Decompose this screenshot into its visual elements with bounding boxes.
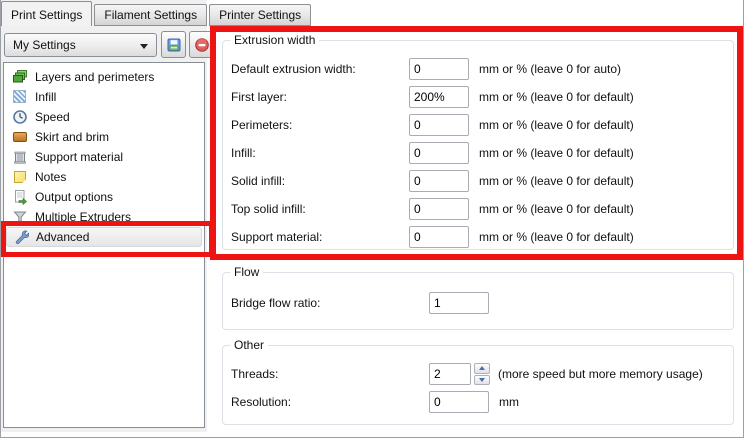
- settings-category-list: Layers and perimeters Infill Speed Skirt…: [3, 62, 205, 428]
- field-label: Solid infill:: [231, 174, 409, 188]
- group-extrusion-width: Extrusion width Default extrusion width:…: [222, 40, 734, 250]
- field-label: Resolution:: [231, 395, 429, 409]
- sidebar-item-output-options[interactable]: Output options: [6, 187, 202, 207]
- sidebar-item-label: Advanced: [36, 230, 89, 244]
- field-label: Threads:: [231, 367, 429, 381]
- perimeters-input[interactable]: [409, 114, 469, 136]
- field-hint: mm or % (leave 0 for default): [479, 202, 634, 216]
- sidebar-item-support-material[interactable]: Support material: [6, 147, 202, 167]
- clock-icon: [12, 109, 28, 125]
- threads-spinner: [474, 363, 490, 385]
- tab-filament-settings[interactable]: Filament Settings: [94, 4, 207, 26]
- sidebar-item-label: Multiple Extruders: [35, 210, 131, 224]
- delete-preset-button[interactable]: [189, 31, 214, 58]
- arrow-up-icon: [479, 366, 485, 370]
- field-label: Bridge flow ratio:: [231, 296, 429, 310]
- sidebar-item-notes[interactable]: Notes: [6, 167, 202, 187]
- group-flow: Flow Bridge flow ratio:: [222, 272, 734, 330]
- arrow-down-icon: [479, 378, 485, 382]
- sidebar-item-label: Output options: [35, 190, 113, 204]
- chevron-down-icon: [140, 44, 148, 49]
- sidebar-item-label: Skirt and brim: [35, 130, 109, 144]
- field-hint: mm or % (leave 0 for default): [479, 174, 634, 188]
- tab-printer-settings[interactable]: Printer Settings: [209, 4, 311, 26]
- sidebar-item-label: Infill: [35, 90, 56, 104]
- row-perimeters: Perimeters: mm or % (leave 0 for default…: [223, 111, 733, 139]
- row-bridge-flow-ratio: Bridge flow ratio:: [223, 289, 733, 317]
- top-solid-infill-input[interactable]: [409, 198, 469, 220]
- sidebar-item-label: Layers and perimeters: [35, 70, 154, 84]
- tab-print-settings[interactable]: Print Settings: [1, 1, 92, 26]
- group-title: Flow: [230, 265, 263, 279]
- bridge-flow-ratio-input[interactable]: [429, 292, 489, 314]
- layers-icon: [12, 69, 28, 85]
- row-threads: Threads: (more speed but more memory usa…: [223, 360, 733, 388]
- support-material-width-input[interactable]: [409, 226, 469, 248]
- field-label: Support material:: [231, 230, 409, 244]
- row-default-extrusion-width: Default extrusion width: mm or % (leave …: [223, 55, 733, 83]
- infill-input[interactable]: [409, 142, 469, 164]
- page-arrow-icon: [12, 189, 28, 205]
- group-title: Extrusion width: [230, 33, 319, 47]
- sidebar-item-skirt-and-brim[interactable]: Skirt and brim: [6, 127, 202, 147]
- row-solid-infill: Solid infill: mm or % (leave 0 for defau…: [223, 167, 733, 195]
- sidebar-item-multiple-extruders[interactable]: Multiple Extruders: [6, 207, 202, 227]
- first-layer-input[interactable]: [409, 86, 469, 108]
- funnel-icon: [12, 209, 28, 225]
- threads-spinner-up-button[interactable]: [474, 363, 490, 374]
- threads-spinner-down-button[interactable]: [474, 375, 490, 386]
- field-hint: mm or % (leave 0 for default): [479, 118, 634, 132]
- wrench-icon: [13, 229, 29, 245]
- sidebar-item-label: Notes: [35, 170, 66, 184]
- delete-minus-icon: [194, 37, 210, 53]
- sticky-note-icon: [12, 169, 28, 185]
- field-hint: mm or % (leave 0 for auto): [479, 62, 621, 76]
- field-hint: mm or % (leave 0 for default): [479, 146, 634, 160]
- row-top-solid-infill: Top solid infill: mm or % (leave 0 for d…: [223, 195, 733, 223]
- sidebar-item-label: Support material: [35, 150, 123, 164]
- group-title: Other: [230, 338, 268, 352]
- field-label: Top solid infill:: [231, 202, 409, 216]
- row-support-material: Support material: mm or % (leave 0 for d…: [223, 223, 733, 251]
- group-other: Other Threads: (more speed but more memo…: [222, 345, 734, 425]
- sidebar-item-label: Speed: [35, 110, 70, 124]
- save-preset-button[interactable]: [161, 31, 186, 58]
- sidebar-item-advanced[interactable]: Advanced: [6, 227, 202, 247]
- sidebar-item-infill[interactable]: Infill: [6, 87, 202, 107]
- sidebar-item-layers-and-perimeters[interactable]: Layers and perimeters: [6, 67, 202, 87]
- preset-select[interactable]: My Settings: [4, 33, 157, 57]
- field-label: Default extrusion width:: [231, 62, 409, 76]
- row-infill: Infill: mm or % (leave 0 for default): [223, 139, 733, 167]
- default-extrusion-width-input[interactable]: [409, 58, 469, 80]
- window-bottom-edge: [1, 433, 743, 437]
- threads-input[interactable]: [429, 363, 471, 385]
- floppy-disk-icon: [166, 37, 182, 53]
- row-resolution: Resolution: mm: [223, 388, 733, 416]
- preset-selected-value: My Settings: [13, 38, 76, 52]
- row-first-layer: First layer: mm or % (leave 0 for defaul…: [223, 83, 733, 111]
- field-label: Perimeters:: [231, 118, 409, 132]
- field-label: Infill:: [231, 146, 409, 160]
- settings-tab-bar: Print Settings Filament Settings Printer…: [1, 0, 313, 26]
- building-icon: [12, 149, 28, 165]
- field-hint: (more speed but more memory usage): [498, 367, 703, 381]
- solid-infill-input[interactable]: [409, 170, 469, 192]
- main-panel: Extrusion width Default extrusion width:…: [207, 0, 744, 432]
- sidebar-item-speed[interactable]: Speed: [6, 107, 202, 127]
- field-hint: mm or % (leave 0 for default): [479, 90, 634, 104]
- resolution-input[interactable]: [429, 391, 489, 413]
- box-icon: [12, 129, 28, 145]
- field-hint: mm: [499, 395, 519, 409]
- field-hint: mm or % (leave 0 for default): [479, 230, 634, 244]
- infill-hatch-icon: [12, 89, 28, 105]
- field-label: First layer:: [231, 90, 409, 104]
